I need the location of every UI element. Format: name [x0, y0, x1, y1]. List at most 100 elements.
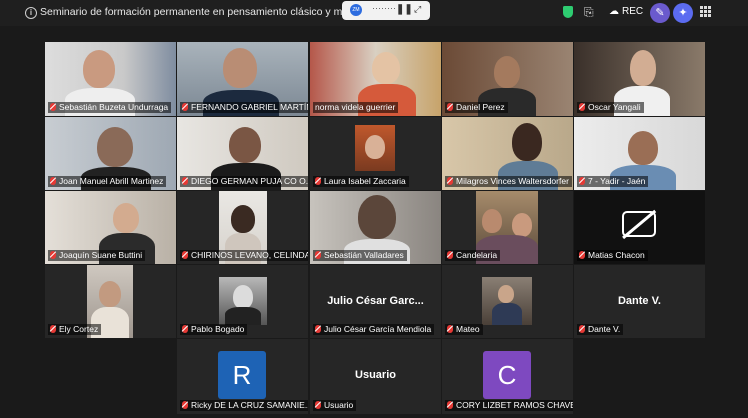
avatar: C: [483, 351, 531, 399]
mic-muted-icon: [579, 325, 585, 333]
mic-muted-icon: [50, 103, 56, 111]
participant-tile[interactable]: Daniel Perez: [442, 42, 573, 116]
participant-name: Dante V.: [577, 324, 624, 335]
participant-tile[interactable]: Joan Manuel Abrill Martinez: [45, 117, 176, 190]
participant-name-text: Dante V.: [588, 324, 621, 334]
person-head: [113, 203, 139, 233]
participant-name: Laura Isabel Zaccaria: [313, 176, 409, 187]
participant-name-text: Pablo Bogado: [191, 324, 245, 334]
participant-tile[interactable]: Mateo: [442, 265, 573, 338]
participant-name: Julio César García Mendiola: [313, 324, 435, 335]
participant-name: norma videla guerrier: [313, 102, 399, 113]
mic-muted-icon: [50, 177, 56, 185]
participant-display-name: Julio César Garc...: [327, 295, 424, 307]
participant-name: Milagros Vinces Waltersdorfer: [445, 176, 572, 187]
ai-sparkle-icon[interactable]: ✦: [673, 3, 693, 23]
mic-muted-icon: [182, 325, 188, 333]
expand-icon[interactable]: ⤢: [414, 4, 421, 15]
mic-muted-icon: [182, 103, 188, 111]
participant-tile[interactable]: norma videla guerrier: [310, 42, 441, 116]
person-head: [97, 127, 133, 167]
mini-video-thumbnail[interactable]: ZM: [350, 4, 362, 16]
participant-tile[interactable]: Ely Cortez: [45, 265, 176, 338]
participant-tile[interactable]: Sebastián Valladares: [310, 191, 441, 264]
participant-name-text: Joan Manuel Abrill Martinez: [59, 176, 164, 186]
participant-name-text: DIEGO GERMAN PUJA CO O...: [191, 176, 308, 186]
participant-tile[interactable]: R Ricky DE LA CRUZ SAMANIE...: [177, 339, 308, 414]
participant-tile-no-video[interactable]: Dante V. Dante V.: [574, 265, 705, 338]
participant-name-text: Oscar Yangali: [588, 102, 641, 112]
share-icon[interactable]: ⎘: [584, 5, 594, 20]
mic-muted-icon: [447, 177, 453, 185]
participant-name: CHIRINOS LEVANO, CELINDA...: [180, 250, 308, 261]
avatar: R: [218, 351, 266, 399]
participant-name: Usuario: [313, 400, 357, 411]
mic-muted-icon: [315, 401, 321, 409]
person-head: [512, 123, 542, 161]
participant-name-text: Matias Chacon: [588, 250, 645, 260]
person-head: [223, 48, 257, 88]
participant-tile[interactable]: 7 - Yadir - Jaén: [574, 117, 705, 190]
participant-tile-no-video[interactable]: Usuario Usuario: [310, 339, 441, 414]
person-head: [365, 135, 385, 159]
participant-tile[interactable]: C CORY LIZBET RAMOS CHAVEZ: [442, 339, 573, 414]
participant-tile-active-speaker[interactable]: FERNANDO GABRIEL MARTÍN D...: [177, 42, 308, 116]
recording-label: REC: [622, 6, 644, 17]
participant-tile[interactable]: Pablo Bogado: [177, 265, 308, 338]
participant-name: Joaquín Suane Buttini: [48, 250, 146, 261]
participant-name-text: Julio César García Mendiola: [324, 324, 432, 334]
participant-display-name: Usuario: [355, 369, 396, 381]
participant-tile[interactable]: Oscar Yangali: [574, 42, 705, 116]
participant-name-text: FERNANDO GABRIEL MARTÍN D...: [191, 102, 308, 112]
profile-photo: [219, 277, 267, 325]
mic-muted-icon: [447, 103, 453, 111]
participant-name: Sebastián Valladares: [313, 250, 407, 261]
participant-tile[interactable]: Sebastián Buzeta Undurraga: [45, 42, 176, 116]
person-head: [83, 50, 115, 88]
mic-muted-icon: [182, 177, 188, 185]
profile-photo: [482, 277, 532, 325]
person-head: [99, 281, 121, 307]
person-head: [229, 127, 261, 163]
camera-off-icon: [622, 211, 656, 237]
participant-tile[interactable]: CHIRINOS LEVANO, CELINDA...: [177, 191, 308, 264]
person-head: [498, 285, 514, 303]
person-head: [628, 131, 658, 165]
participant-tile[interactable]: Joaquín Suane Buttini: [45, 191, 176, 264]
participant-name: 7 - Yadir - Jaén: [577, 176, 649, 187]
wand-icon[interactable]: ✎: [650, 3, 670, 23]
participant-name-text: Mateo: [456, 324, 480, 334]
participant-tile[interactable]: Candelaria: [442, 191, 573, 264]
mic-muted-icon: [447, 401, 453, 409]
participant-name-text: Joaquín Suane Buttini: [59, 250, 143, 260]
participant-name-text: Ricky DE LA CRUZ SAMANIE...: [191, 400, 308, 410]
mic-muted-icon: [315, 251, 321, 259]
participant-name: Mateo: [445, 324, 483, 335]
participant-name: CORY LIZBET RAMOS CHAVEZ: [445, 400, 573, 411]
participant-name-text: Usuario: [324, 400, 354, 410]
mic-muted-icon: [315, 325, 321, 333]
participant-name-text: Milagros Vinces Waltersdorfer: [456, 176, 569, 186]
more-options-dots[interactable]: ········: [372, 3, 396, 13]
mic-muted-icon: [579, 177, 585, 185]
participant-tile[interactable]: Milagros Vinces Waltersdorfer: [442, 117, 573, 190]
person-body: [492, 303, 522, 325]
pause-icon[interactable]: ❚❚: [396, 4, 413, 15]
participant-name: Daniel Perez: [445, 102, 508, 113]
participant-tile[interactable]: Laura Isabel Zaccaria: [310, 117, 441, 190]
participant-name-text: Ely Cortez: [59, 324, 99, 334]
mic-muted-icon: [579, 251, 585, 259]
grid-icon[interactable]: [700, 6, 711, 17]
participant-name: DIEGO GERMAN PUJA CO O...: [180, 176, 308, 187]
person-head: [358, 195, 396, 239]
participant-tile-no-video[interactable]: Julio César Garc... Julio César García M…: [310, 265, 441, 338]
mini-video-toolbar[interactable]: ZM ········ ❚❚ ⤢: [342, 1, 430, 20]
shield-icon[interactable]: [563, 6, 573, 18]
person-head: [233, 285, 253, 309]
participant-tile-camera-off[interactable]: Matias Chacon: [574, 191, 705, 264]
meeting-title: Seminario de formación permanente en pen…: [40, 6, 376, 18]
info-icon[interactable]: i: [25, 7, 37, 19]
participant-tile[interactable]: DIEGO GERMAN PUJA CO O...: [177, 117, 308, 190]
participant-display-name: Dante V.: [617, 295, 661, 307]
recording-indicator[interactable]: ☁ REC: [609, 6, 643, 17]
